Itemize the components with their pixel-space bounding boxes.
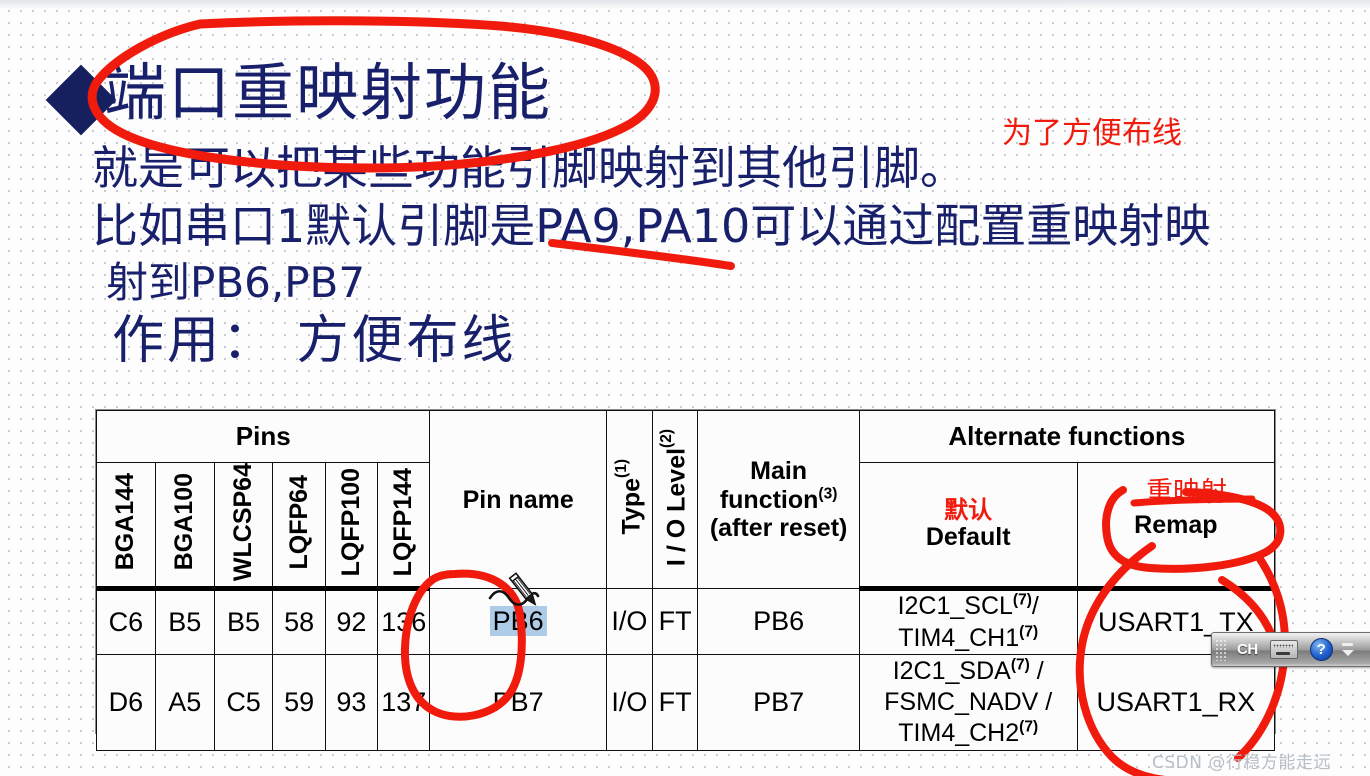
cell-type: I/O — [605, 588, 653, 656]
cell-default-af: I2C1_SDA(7) / FSMC_NADV / TIM4_CH2(7) — [858, 654, 1078, 751]
type-header-sup: (1) — [612, 459, 630, 479]
main-function-header-label: Main function(3) (after reset) — [710, 457, 848, 541]
header-pin-name: Pin name — [429, 409, 607, 590]
slide-line-3: 比如串口1默认引脚是PA9,PA10可以通过配置重映射映 — [92, 199, 1211, 253]
cell-io-level: FT — [651, 654, 699, 751]
slide-line-2: 就是可以把某些功能引脚映射到其他引脚。 — [92, 141, 966, 195]
header-col-bga144: BGA144 — [96, 461, 156, 592]
alternate-functions-header-label: Alternate functions — [948, 421, 1186, 451]
cell-pin-name[interactable]: PB7 — [429, 654, 607, 751]
cell-lqfp100: 92 — [324, 588, 379, 656]
header-col-lqfp64: LQFP64 — [272, 461, 326, 592]
type-header-label: Type(1) — [612, 459, 645, 535]
default-af-text: I2C1_SDA(7) / FSMC_NADV / TIM4_CH2(7) — [884, 656, 1053, 748]
cell-bga144: C6 — [96, 588, 156, 656]
col-label-lqfp100: LQFP100 — [336, 467, 365, 577]
table-row: C6 B5 B5 58 92 136 PB6 I/O FT PB6 I2C1_S… — [96, 588, 1276, 656]
cell-bga100: B5 — [154, 588, 215, 656]
top-gradient-strip — [0, 0, 1370, 9]
main-function-sup: (3) — [818, 485, 838, 503]
cell-io-level: FT — [651, 588, 699, 656]
keyboard-icon[interactable] — [1269, 640, 1298, 659]
cell-default-af: I2C1_SCL(7)/ TIM4_CH1(7) — [858, 588, 1078, 656]
default-header-label: Default — [925, 523, 1011, 552]
header-col-lqfp144: LQFP144 — [377, 461, 431, 592]
io-level-header-label: I / O Level(2) — [658, 428, 691, 566]
cell-lqfp144: 137 — [377, 654, 431, 751]
cell-main-function: PB6 — [697, 588, 860, 656]
slide-line-4: 射到PB6,PB7 — [106, 258, 366, 307]
cell-main-function: PB7 — [697, 654, 860, 751]
minimize-icon[interactable] — [1342, 643, 1354, 646]
cell-type: I/O — [605, 654, 653, 751]
header-col-wlcsp64: WLCSP64 — [213, 461, 274, 592]
pins-header-label: Pins — [235, 421, 291, 451]
header-col-bga100: BGA100 — [154, 461, 215, 592]
cell-wlcsp64: C5 — [213, 654, 274, 751]
header-default: 默认 Default — [858, 461, 1078, 592]
ime-window-controls[interactable] — [1341, 643, 1354, 656]
pen-cursor-icon — [508, 572, 537, 606]
chevron-down-icon[interactable] — [1341, 650, 1354, 656]
header-type: Type(1) — [605, 409, 653, 590]
header-col-lqfp100: LQFP100 — [324, 461, 379, 592]
col-label-bga144: BGA144 — [111, 473, 140, 571]
page-title: 端口重映射功能 — [104, 56, 553, 129]
slide-line-5: 作用： 方便布线 — [112, 311, 517, 371]
red-note-annotation: 为了方便布线 — [1002, 116, 1182, 151]
cell-bga144: D6 — [96, 654, 156, 751]
ime-language-label[interactable]: CH — [1237, 641, 1258, 658]
header-group-alternate-functions: Alternate functions — [858, 410, 1276, 463]
cell-lqfp64: 59 — [272, 654, 326, 751]
slide-screen: 端口重映射功能 就是可以把某些功能引脚映射到其他引脚。 比如串口1默认引脚是PA… — [0, 0, 1370, 776]
cell-lqfp100: 93 — [324, 654, 379, 751]
cell-wlcsp64: B5 — [213, 588, 274, 656]
csdn-watermark: CSDN @行稳方能走远 — [1152, 753, 1331, 773]
cell-lqfp64: 58 — [272, 588, 326, 656]
cell-bga100: A5 — [154, 654, 215, 751]
cell-lqfp144: 136 — [377, 588, 431, 656]
cell-remap-af: USART1_RX — [1076, 654, 1276, 751]
col-label-bga100: BGA100 — [170, 473, 199, 571]
col-label-lqfp64: LQFP64 — [284, 474, 313, 570]
table-row: D6 A5 C5 59 93 137 PB7 I/O FT PB7 I2C1_S… — [96, 654, 1276, 751]
remap-header-label: Remap — [1134, 510, 1218, 539]
col-label-lqfp144: LQFP144 — [389, 467, 418, 577]
header-io-level: I / O Level(2) — [651, 409, 699, 590]
ime-language-bar[interactable]: CH ? — [1211, 632, 1370, 667]
help-icon[interactable]: ? — [1309, 638, 1333, 661]
default-af-text: I2C1_SCL(7)/ TIM4_CH1(7) — [897, 592, 1039, 652]
header-group-pins: Pins — [95, 410, 431, 463]
main-function-line2: function — [719, 485, 819, 514]
io-level-header-sup: (2) — [658, 428, 676, 448]
pin-name-header-label: Pin name — [462, 485, 574, 514]
main-function-line3: (after reset) — [709, 513, 848, 542]
col-label-wlcsp64: WLCSP64 — [229, 463, 258, 582]
remap-header-cn-annotation: 重映射 — [1146, 477, 1227, 508]
default-header-cn-annotation: 默认 — [944, 496, 993, 525]
main-function-line1: Main — [750, 457, 808, 486]
drag-grip-icon[interactable] — [1215, 638, 1228, 661]
pin-mapping-table: Pins Pin name Type(1) I / O Level(2) Mai… — [95, 409, 1276, 751]
header-main-function: Main function(3) (after reset) — [697, 409, 860, 590]
